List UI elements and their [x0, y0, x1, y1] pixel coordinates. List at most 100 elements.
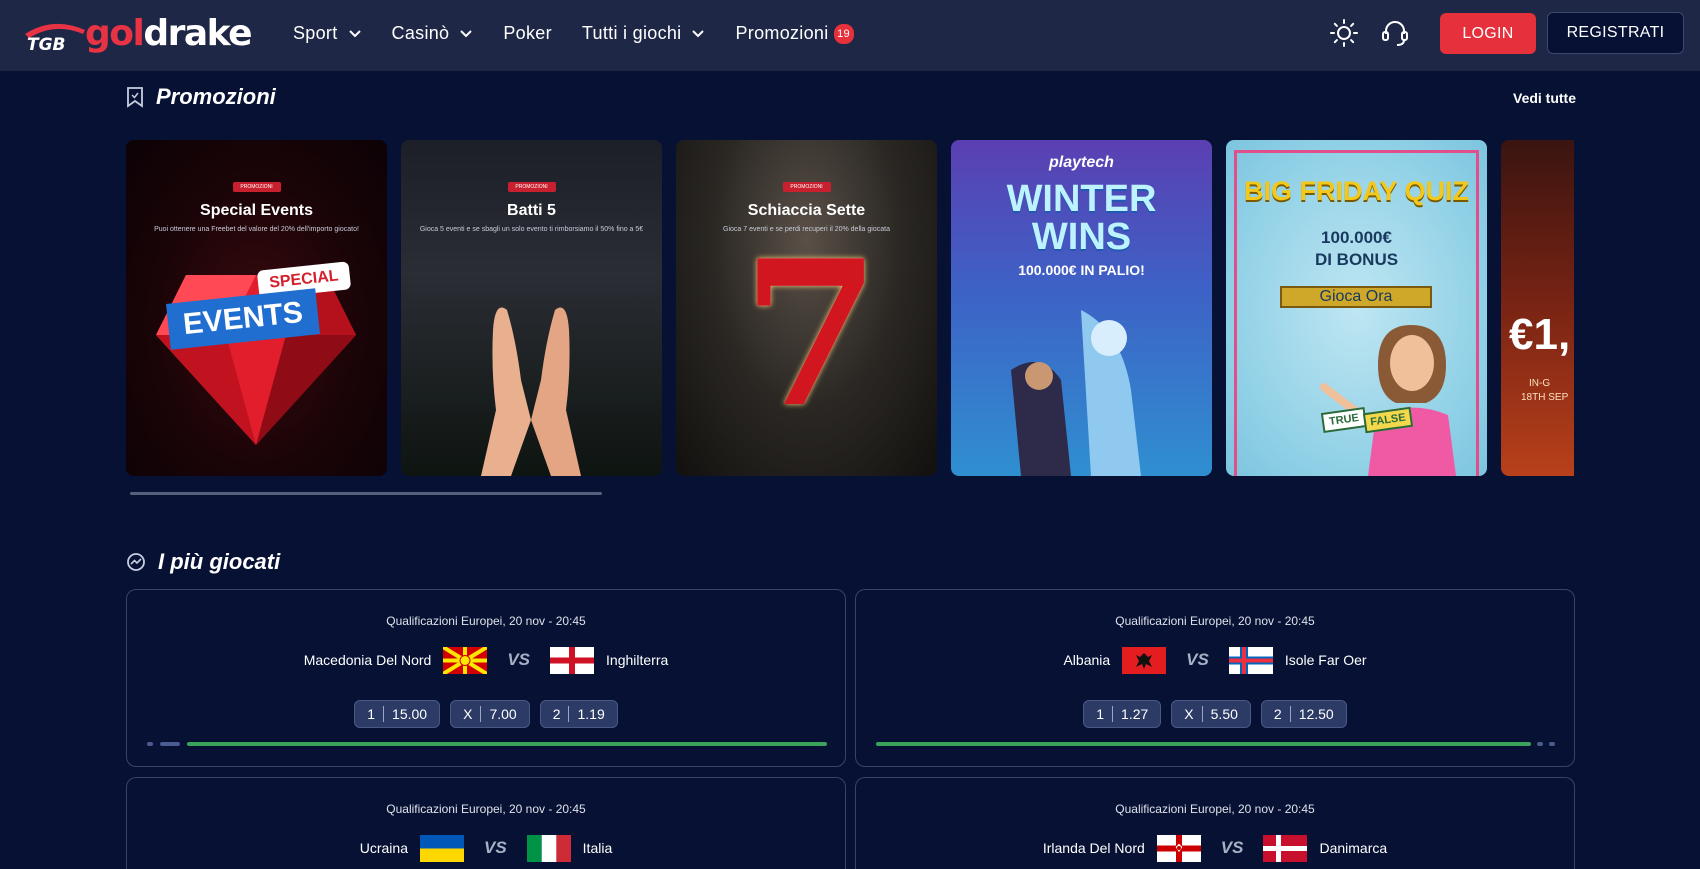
- promo-title: Batti 5: [507, 202, 556, 219]
- away-team-name: Inghilterra: [606, 652, 669, 668]
- top-header: TGB goldrake Sport Casinò Poker Tutti i …: [0, 0, 1700, 71]
- nav-item-sport[interactable]: Sport: [293, 23, 362, 44]
- vs-label: VS: [507, 650, 531, 669]
- match-event-info: Qualificazioni Europei, 20 nov - 20:45: [1115, 802, 1315, 816]
- promotions-carousel: PROMOZIONI Special Events Puoi ottenere …: [126, 140, 1574, 476]
- promo-subtitle: Gioca 5 eventi e se sbagli un solo event…: [419, 226, 644, 233]
- odd-button-2[interactable]: 2 12.50: [1260, 700, 1347, 728]
- svg-text:TGB: TGB: [27, 35, 66, 54]
- quiz-bonus: DI BONUS: [1314, 250, 1399, 269]
- progress-dash: [160, 742, 180, 746]
- odd-button-x[interactable]: X 7.00: [450, 700, 530, 728]
- quiz-amount: 100.000€: [1321, 228, 1392, 247]
- support-headset-icon[interactable]: [1380, 18, 1410, 48]
- nav-item-label: Poker: [503, 23, 552, 43]
- match-event-info: Qualificazioni Europei, 20 nov - 20:45: [386, 802, 586, 816]
- partial-promo-amount: €1,: [1509, 310, 1571, 359]
- match-card[interactable]: Qualificazioni Europei, 20 nov - 20:45 M…: [126, 589, 846, 767]
- away-team-name: Italia: [582, 840, 613, 856]
- odd-button-x[interactable]: X 5.50: [1171, 700, 1251, 728]
- match-card[interactable]: Qualificazioni Europei, 20 nov - 20:45 I…: [855, 777, 1575, 869]
- promo-tag: PROMOZIONI: [507, 182, 556, 192]
- match-event-info: Qualificazioni Europei, 20 nov - 20:45: [386, 614, 586, 628]
- nav-item-label: Promozioni: [735, 23, 829, 43]
- chevron-down-icon: [348, 29, 361, 37]
- quiz-title: BIG FRIDAY QUIZ: [1243, 176, 1470, 206]
- northern-ireland-flag-icon: [1156, 834, 1201, 862]
- ukraine-flag-icon: [419, 834, 464, 862]
- away-team-name: Danimarca: [1319, 840, 1388, 856]
- trending-chart-icon: [127, 553, 145, 571]
- italy-flag-icon: [526, 834, 571, 862]
- match-event-info: Qualificazioni Europei, 20 nov - 20:45: [1115, 614, 1315, 628]
- match-card[interactable]: Qualificazioni Europei, 20 nov - 20:45 A…: [855, 589, 1575, 767]
- chevron-down-icon: [460, 29, 473, 37]
- most-played-section-title: I più giocati: [126, 549, 280, 575]
- theme-sun-icon[interactable]: [1329, 18, 1359, 48]
- odd-button-2[interactable]: 2 1.19: [539, 700, 618, 728]
- logo-wordmark: goldrake: [85, 13, 253, 54]
- vs-label: VS: [1220, 838, 1244, 857]
- goldrake-logo[interactable]: TGB goldrake: [23, 13, 253, 55]
- promo-card-winter-wins[interactable]: playtech WINTER WINS 100.000€ IN PALIO!: [951, 140, 1212, 476]
- match-teams: Irlanda Del Nord VS Danimarca: [856, 834, 1574, 862]
- promo-tag: PROMOZIONI: [232, 182, 281, 192]
- vs-label: VS: [483, 838, 507, 857]
- home-team-name: Ucraina: [359, 840, 408, 856]
- high-five-hands-icon: [481, 307, 581, 476]
- chevron-down-icon: [692, 29, 705, 37]
- progress-dot: [1549, 742, 1555, 746]
- progress-dot: [147, 742, 153, 746]
- odd-button-1[interactable]: 1 15.00: [354, 700, 441, 728]
- home-team-name: Irlanda Del Nord: [1042, 840, 1145, 856]
- logo-mark-icon: TGB: [23, 14, 89, 55]
- faroe-islands-flag-icon: [1228, 646, 1273, 674]
- register-button[interactable]: REGISTRATI: [1547, 12, 1684, 54]
- home-team-name: Albania: [1063, 652, 1111, 668]
- nav-item-poker[interactable]: Poker: [503, 23, 552, 44]
- progress-dot: [1537, 742, 1543, 746]
- winter-wins-title: WINTER WINS: [1006, 178, 1157, 258]
- home-team-name: Macedonia Del Nord: [303, 652, 432, 668]
- nav-item-casino[interactable]: Casinò: [392, 23, 474, 44]
- nav-item-tutti-i-giochi[interactable]: Tutti i giochi: [582, 23, 706, 44]
- odds-row: 1 15.00 X 7.00 2 1.19: [127, 700, 845, 728]
- vs-label: VS: [1186, 650, 1209, 669]
- main-nav: Sport Casinò Poker Tutti i giochi Promoz…: [293, 0, 884, 67]
- seven-art-numeral: 7: [741, 217, 881, 452]
- match-teams: Albania VS Isole Far Oer: [856, 646, 1574, 674]
- promo-title: Special Events: [200, 202, 313, 219]
- promotions-section-title: Promozioni: [126, 84, 276, 110]
- section-title-text: Promozioni: [156, 84, 276, 109]
- winter-characters-art-icon: [1011, 310, 1141, 476]
- partial-promo-line2: 18TH SEP: [1521, 392, 1569, 403]
- albania-flag-icon: [1122, 646, 1167, 674]
- presenter-woman-art-icon: [1320, 325, 1456, 476]
- nav-item-promozioni[interactable]: Promozioni 19: [735, 23, 854, 44]
- gioca-ora-button[interactable]: Gioca Ora: [1280, 286, 1432, 308]
- promo-card-partial[interactable]: €1, IN-G 18TH SEP: [1501, 140, 1574, 476]
- match-progress-bar: [876, 742, 1531, 746]
- match-card[interactable]: Qualificazioni Europei, 20 nov - 20:45 U…: [126, 777, 846, 869]
- carousel-scrollbar[interactable]: [130, 492, 602, 495]
- playtech-brand: playtech: [1049, 154, 1114, 171]
- promo-card-special-events[interactable]: PROMOZIONI Special Events Puoi ottenere …: [126, 140, 387, 476]
- login-button[interactable]: LOGIN: [1440, 13, 1536, 54]
- nav-item-label: Tutti i giochi: [581, 23, 682, 43]
- nav-item-label: Casinò: [391, 23, 450, 43]
- promo-subtitle: 100.000€ IN PALIO!: [1018, 262, 1145, 278]
- promo-count-badge: 19: [833, 23, 854, 44]
- promo-card-schiaccia-sette[interactable]: PROMOZIONI Schiaccia Sette Gioca 7 event…: [676, 140, 937, 476]
- away-team-name: Isole Far Oer: [1284, 652, 1367, 668]
- odd-button-1[interactable]: 1 1.27: [1083, 700, 1162, 728]
- england-flag-icon: [550, 646, 595, 674]
- partial-promo-line1: IN-G: [1529, 378, 1551, 389]
- promo-card-batti-5[interactable]: PROMOZIONI Batti 5 Gioca 5 eventi e se s…: [401, 140, 662, 476]
- section-title-text: I più giocati: [158, 549, 281, 574]
- promo-card-big-friday-quiz[interactable]: BIG FRIDAY QUIZ 100.000€ DI BONUS Gioca …: [1226, 140, 1487, 476]
- north-macedonia-flag-icon: [443, 646, 488, 674]
- see-all-promotions-link[interactable]: Vedi tutte: [1513, 90, 1576, 106]
- odds-row: 1 1.27 X 5.50 2 12.50: [856, 700, 1574, 728]
- bookmark-icon: [127, 87, 143, 108]
- nav-item-label: Sport: [293, 23, 338, 43]
